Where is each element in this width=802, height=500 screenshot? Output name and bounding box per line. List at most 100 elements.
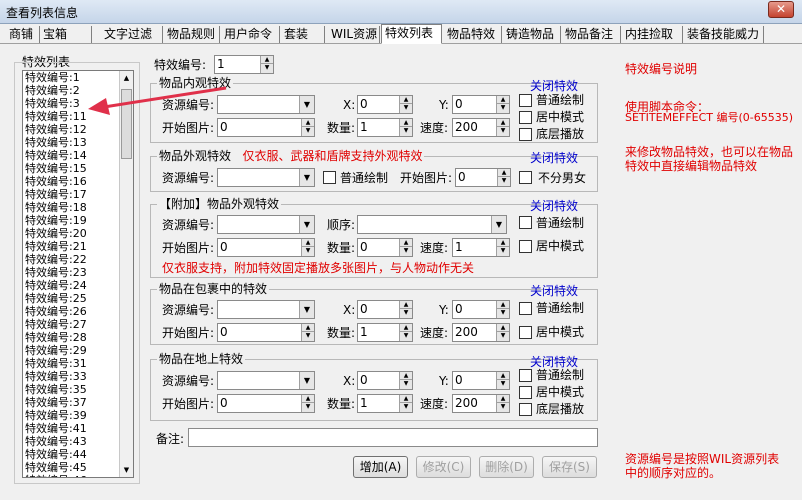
outer-resource-select[interactable]: ▼ — [217, 168, 315, 187]
list-item[interactable]: 特效编号:21 — [23, 240, 133, 253]
inner-x-input[interactable]: 0 ▲ ▼ — [357, 95, 413, 114]
inner-start-input[interactable]: 0 ▲ ▼ — [217, 118, 315, 137]
inner-normal-draw-checkbox[interactable] — [519, 94, 532, 107]
chevron-down-icon[interactable]: ▼ — [299, 216, 314, 233]
inner-bottom-play-checkbox[interactable] — [519, 128, 532, 141]
bag-y-spinner[interactable]: ▲ ▼ — [496, 301, 509, 318]
bag-x-input[interactable]: 0 ▲ ▼ — [357, 300, 413, 319]
list-item[interactable]: 特效编号:26 — [23, 305, 133, 318]
outer-start-input[interactable]: 0 ▲ ▼ — [455, 168, 511, 187]
extra-speed-spinner[interactable]: ▲ ▼ — [496, 239, 509, 256]
ground-resource-select[interactable]: ▼ — [217, 371, 315, 390]
outer-normal-draw-checkbox[interactable] — [323, 171, 336, 184]
list-item[interactable]: 特效编号:31 — [23, 357, 133, 370]
inner-y-input[interactable]: 0 ▲ ▼ — [452, 95, 510, 114]
inner-resource-select[interactable]: ▼ — [217, 95, 315, 114]
tab-1[interactable]: 商铺 — [6, 26, 40, 43]
tab-6[interactable]: 套装 — [281, 26, 325, 43]
list-item[interactable]: 特效编号:18 — [23, 201, 133, 214]
ground-speed-spinner[interactable]: ▲ ▼ — [496, 395, 509, 412]
ground-start-input[interactable]: 0 ▲ ▼ — [217, 394, 315, 413]
inner-speed-spinner[interactable]: ▲ ▼ — [496, 119, 509, 136]
list-item[interactable]: 特效编号:24 — [23, 279, 133, 292]
bag-center-mode-checkbox[interactable] — [519, 326, 532, 339]
ground-start-spinner[interactable]: ▲ ▼ — [301, 395, 314, 412]
bag-normal-draw-checkbox[interactable] — [519, 302, 532, 315]
list-item[interactable]: 特效编号:25 — [23, 292, 133, 305]
tab-2[interactable]: 宝箱 — [40, 26, 92, 43]
save-button[interactable]: 保存(S) — [542, 456, 597, 478]
list-item[interactable]: 特效编号:29 — [23, 344, 133, 357]
list-item[interactable]: 特效编号:19 — [23, 214, 133, 227]
inner-center-mode-checkbox[interactable] — [519, 111, 532, 124]
ground-center-mode-checkbox[interactable] — [519, 386, 532, 399]
extra-start-spinner[interactable]: ▲ ▼ — [301, 239, 314, 256]
list-item[interactable]: 特效编号:15 — [23, 162, 133, 175]
extra-order-select[interactable]: ▼ — [357, 215, 507, 234]
inner-close-effect-link[interactable]: 关闭特效 — [530, 77, 578, 94]
outer-start-spinner[interactable]: ▲ ▼ — [497, 169, 510, 186]
tab-5[interactable]: 用户命令 — [221, 26, 280, 43]
list-item[interactable]: 特效编号:22 — [23, 253, 133, 266]
tab-10[interactable]: 铸造物品 — [503, 26, 561, 43]
ground-count-input[interactable]: 1 ▲ ▼ — [357, 394, 413, 413]
effect-id-input[interactable]: 1 ▲ ▼ — [214, 55, 274, 74]
delete-button[interactable]: 删除(D) — [479, 456, 534, 478]
list-item[interactable]: 特效编号:44 — [23, 448, 133, 461]
ground-bottom-play-checkbox[interactable] — [519, 403, 532, 416]
bag-resource-select[interactable]: ▼ — [217, 300, 315, 319]
extra-count-input[interactable]: 0 ▲ ▼ — [357, 238, 413, 257]
list-item[interactable]: 特效编号:35 — [23, 383, 133, 396]
extra-normal-draw-checkbox[interactable] — [519, 216, 532, 229]
bag-y-input[interactable]: 0 ▲ ▼ — [452, 300, 510, 319]
inner-count-spinner[interactable]: ▲ ▼ — [399, 119, 412, 136]
tab-7[interactable]: WIL资源 — [328, 26, 380, 43]
effect-id-spinner[interactable]: ▲ ▼ — [260, 56, 273, 73]
extra-count-spinner[interactable]: ▲ ▼ — [399, 239, 412, 256]
ground-x-input[interactable]: 0 ▲ ▼ — [357, 371, 413, 390]
inner-count-input[interactable]: 1 ▲ ▼ — [357, 118, 413, 137]
bag-close-effect-link[interactable]: 关闭特效 — [530, 282, 578, 299]
tab-9[interactable]: 物品特效 — [444, 26, 502, 43]
extra-center-mode-checkbox[interactable] — [519, 240, 532, 253]
tab-4[interactable]: 物品规则 — [164, 26, 220, 43]
chevron-down-icon[interactable]: ▼ — [299, 301, 314, 318]
outer-close-effect-link[interactable]: 关闭特效 — [530, 149, 578, 166]
list-item[interactable]: 特效编号:45 — [23, 461, 133, 474]
extra-start-input[interactable]: 0 ▲ ▼ — [217, 238, 315, 257]
list-item[interactable]: 特效编号:27 — [23, 318, 133, 331]
list-item[interactable]: 特效编号:13 — [23, 136, 133, 149]
list-item[interactable]: 特效编号:23 — [23, 266, 133, 279]
add-button[interactable]: 增加(A) — [353, 456, 408, 478]
bag-speed-input[interactable]: 200 ▲ ▼ — [452, 323, 510, 342]
ground-speed-input[interactable]: 200 ▲ ▼ — [452, 394, 510, 413]
chevron-down-icon[interactable]: ▼ — [299, 96, 314, 113]
inner-start-spinner[interactable]: ▲ ▼ — [301, 119, 314, 136]
extra-speed-input[interactable]: 1 ▲ ▼ — [452, 238, 510, 257]
ground-count-spinner[interactable]: ▲ ▼ — [399, 395, 412, 412]
bag-count-spinner[interactable]: ▲ ▼ — [399, 324, 412, 341]
extra-close-effect-link[interactable]: 关闭特效 — [530, 197, 578, 214]
tab-11[interactable]: 物品备注 — [562, 26, 621, 43]
bag-x-spinner[interactable]: ▲ ▼ — [399, 301, 412, 318]
scroll-down-icon[interactable]: ▼ — [120, 463, 133, 477]
ground-x-spinner[interactable]: ▲ ▼ — [399, 372, 412, 389]
scroll-up-icon[interactable]: ▲ — [120, 71, 133, 85]
ground-normal-draw-checkbox[interactable] — [519, 369, 532, 382]
list-item[interactable]: 特效编号:17 — [23, 188, 133, 201]
extra-resource-select[interactable]: ▼ — [217, 215, 315, 234]
list-item[interactable]: 特效编号:33 — [23, 370, 133, 383]
chevron-down-icon[interactable]: ▼ — [491, 216, 506, 233]
list-item[interactable]: 特效编号:1 — [23, 71, 133, 84]
tab-13[interactable]: 装备技能威力 — [684, 26, 764, 43]
tab-8[interactable]: 特效列表 — [381, 24, 442, 44]
list-item[interactable]: 特效编号:43 — [23, 435, 133, 448]
note-input[interactable] — [188, 428, 598, 447]
ground-y-spinner[interactable]: ▲ ▼ — [496, 372, 509, 389]
inner-speed-input[interactable]: 200 ▲ ▼ — [452, 118, 510, 137]
list-item[interactable]: 特效编号:16 — [23, 175, 133, 188]
list-scrollbar[interactable]: ▲ ▼ — [119, 71, 133, 477]
list-item[interactable]: 特效编号:46 — [23, 474, 133, 477]
list-item[interactable]: 特效编号:37 — [23, 396, 133, 409]
inner-x-spinner[interactable]: ▲ ▼ — [399, 96, 412, 113]
